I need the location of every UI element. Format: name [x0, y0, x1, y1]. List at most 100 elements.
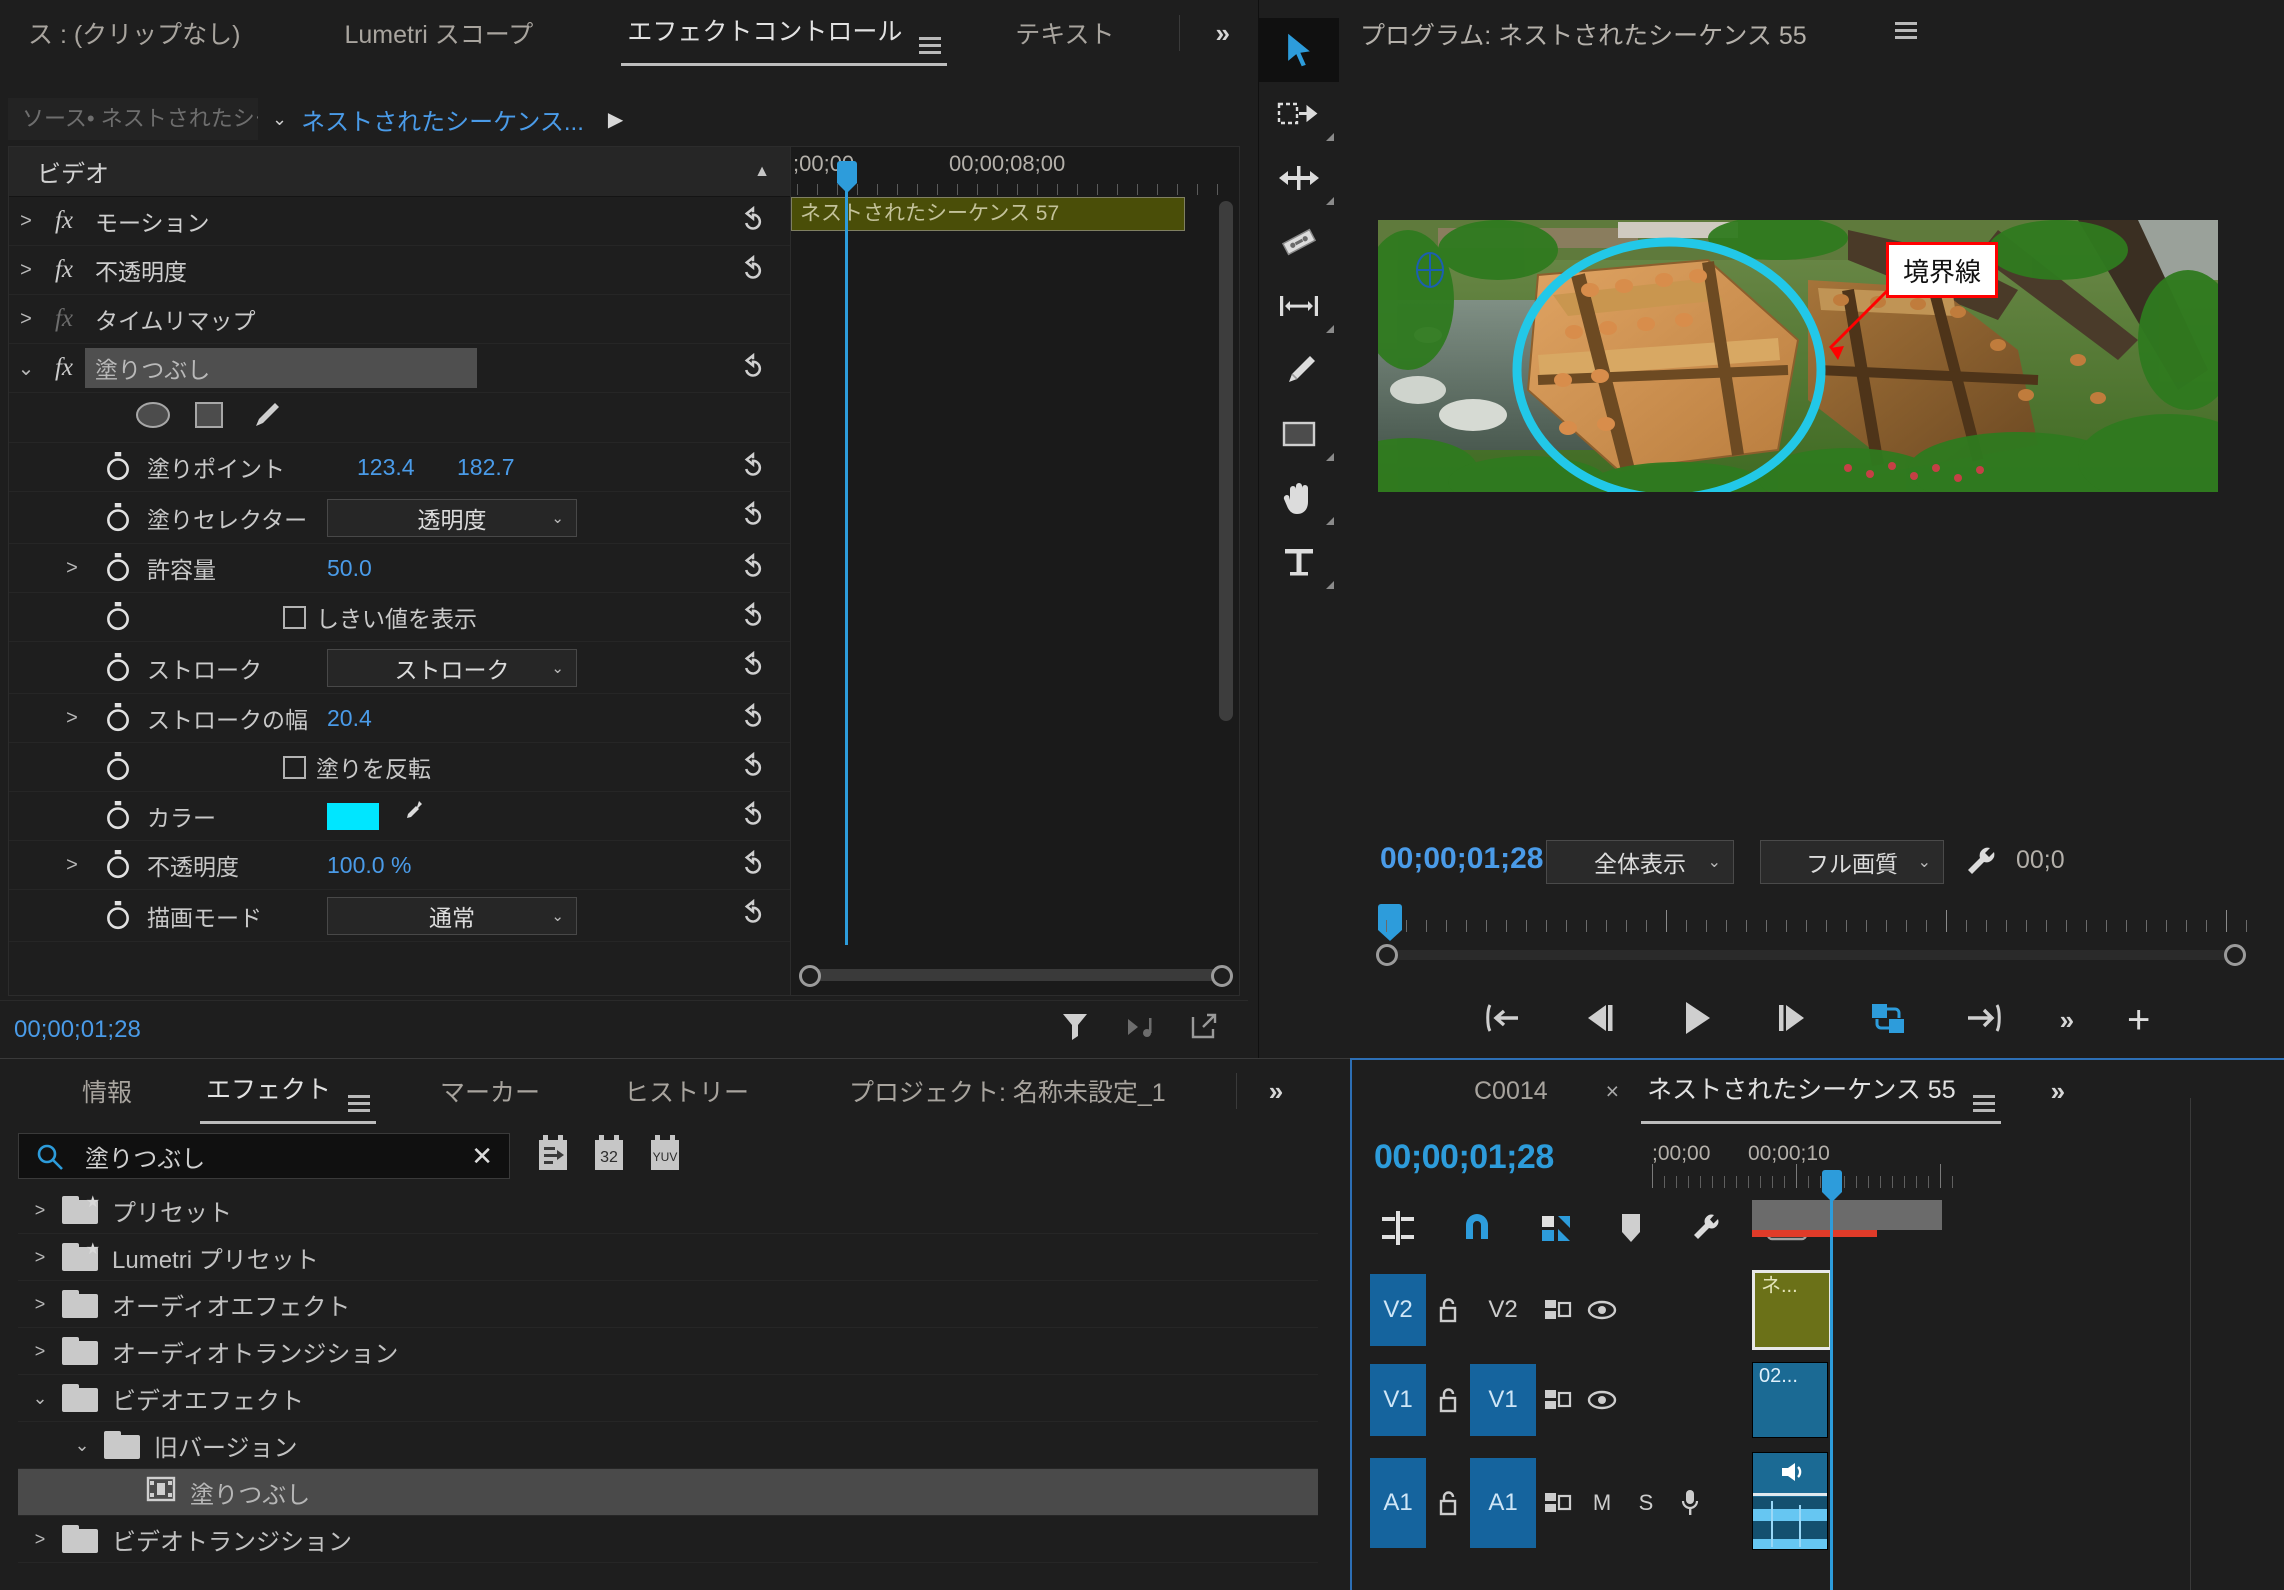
lock-icon[interactable]	[1426, 1386, 1470, 1414]
plus-icon[interactable]: +	[2127, 1000, 2150, 1040]
twirl-icon[interactable]: ⌄	[60, 1435, 104, 1456]
param-row-fill-selector[interactable]: 塗りセレクター 透明度 ⌄	[9, 492, 790, 544]
effects-tree[interactable]: > ★ プリセット > ★ Lumetri プリセット > オーディオエフェクト…	[18, 1187, 1318, 1587]
panel-menu-icon[interactable]	[919, 37, 942, 54]
track-name-v1[interactable]: V1	[1470, 1364, 1536, 1436]
rectangle-mask-icon[interactable]	[193, 400, 225, 436]
filter-icon[interactable]	[1060, 1011, 1090, 1048]
twirl-icon[interactable]: >	[9, 308, 43, 331]
timeline-overflow-icon[interactable]: »	[2051, 1076, 2066, 1107]
tab-nested-sequence-55[interactable]: ネストされたシーケンス 55	[1625, 1070, 2016, 1124]
selection-tool[interactable]	[1259, 18, 1339, 82]
track-badge-v2[interactable]: V2	[1370, 1274, 1426, 1346]
program-monitor-timecode[interactable]: 00;00;01;28	[1380, 842, 1543, 876]
stopwatch-icon[interactable]	[101, 900, 135, 931]
export-icon[interactable]	[1188, 1012, 1218, 1047]
ripple-edit-tool[interactable]	[1259, 146, 1339, 210]
settings-wrench-icon[interactable]	[1960, 842, 2000, 887]
param-row-fill-point[interactable]: 塗りポイント 123.4 182.7	[9, 443, 790, 492]
marker-icon[interactable]	[1618, 1211, 1644, 1250]
tree-row-audio-transitions[interactable]: > オーディオトランジション	[18, 1328, 1318, 1375]
invert-fill-checkbox[interactable]	[283, 755, 306, 779]
solo-track-button[interactable]: S	[1624, 1490, 1668, 1516]
fx-row-time-remapping[interactable]: > fx タイムリマップ	[9, 295, 790, 344]
param-stroke-dropdown[interactable]: ストローク ⌄	[327, 648, 577, 687]
stopwatch-icon[interactable]	[101, 703, 135, 733]
search-clear-icon[interactable]: ✕	[471, 1141, 493, 1172]
fit-zoom-dropdown[interactable]: 全体表示 ⌄	[1546, 840, 1734, 884]
accelerated-effects-icon[interactable]	[536, 1134, 570, 1178]
stopwatch-icon[interactable]	[101, 602, 135, 632]
param-row-invert-fill[interactable]: 塗りを反転	[9, 743, 790, 792]
tab-c0014[interactable]: C0014	[1452, 1077, 1570, 1106]
track-header-v1[interactable]: V1 V1	[1352, 1358, 1752, 1442]
twirl-icon[interactable]: >	[43, 557, 101, 580]
chevron-down-icon[interactable]: ⌄	[258, 109, 301, 130]
reset-icon[interactable]	[738, 800, 768, 837]
step-forward-icon[interactable]	[1772, 1001, 1812, 1040]
timeline-playhead-handle[interactable]	[1822, 1170, 1842, 1202]
rectangle-tool[interactable]	[1259, 402, 1339, 466]
hand-tool[interactable]	[1259, 466, 1339, 530]
eye-icon[interactable]	[1580, 1299, 1624, 1321]
reset-icon[interactable]	[738, 601, 768, 638]
param-row-tolerance[interactable]: > 許容量 50.0	[9, 544, 790, 593]
timeline-clip-v2[interactable]: ネ...	[1752, 1270, 1832, 1350]
mute-track-button[interactable]: M	[1580, 1490, 1624, 1516]
linked-selection-icon[interactable]	[1538, 1211, 1574, 1250]
tab-lumetri-scopes[interactable]: Lumetri スコープ	[323, 15, 556, 51]
ec-zoom-scrollbar[interactable]	[799, 965, 1233, 987]
play-icon[interactable]	[1676, 999, 1716, 1042]
program-monitor-zoom-bar[interactable]	[1376, 944, 2246, 968]
timeline-work-area-bar[interactable]	[1752, 1200, 1942, 1230]
panel-menu-icon[interactable]	[347, 1095, 370, 1112]
color-swatch[interactable]	[327, 802, 379, 830]
timeline-wrench-icon[interactable]	[1688, 1211, 1722, 1250]
timeline-clip-v1[interactable]: 02...	[1752, 1362, 1828, 1438]
razor-tool[interactable]	[1259, 210, 1339, 274]
track-name-a1[interactable]: A1	[1470, 1458, 1536, 1548]
twirl-icon[interactable]: ⌄	[18, 1388, 62, 1409]
param-row-blend-mode[interactable]: 描画モード 通常 ⌄	[9, 890, 790, 942]
param-fill-point-x[interactable]: 123.4	[357, 454, 457, 481]
lift-extract-icon[interactable]	[1868, 1000, 1908, 1041]
eye-icon[interactable]	[1580, 1389, 1624, 1411]
eyedropper-icon[interactable]	[395, 798, 425, 834]
param-row-view-threshold[interactable]: しきい値を表示	[9, 593, 790, 642]
type-tool[interactable]	[1259, 530, 1339, 594]
tab-source[interactable]: ス : (クリップなし)	[6, 15, 263, 51]
more-icon[interactable]: »	[2060, 1005, 2075, 1036]
fx-row-opacity[interactable]: > fx 不透明度	[9, 246, 790, 295]
twirl-icon[interactable]: >	[18, 1200, 62, 1221]
track-header-a1[interactable]: A1 A1 M S	[1352, 1454, 1752, 1552]
effects-search-input[interactable]: 塗りつぶし ✕	[18, 1133, 510, 1179]
tree-row-video-effects[interactable]: ⌄ ビデオエフェクト	[18, 1375, 1318, 1422]
view-threshold-checkbox[interactable]	[283, 605, 306, 629]
ec-timeline-clip[interactable]: ネストされたシーケンス 57	[791, 197, 1185, 231]
effect-controls-ruler[interactable]: ;00;00 00;00;08;00	[791, 147, 1241, 195]
stopwatch-icon[interactable]	[101, 452, 135, 482]
tree-row-presets[interactable]: > ★ プリセット	[18, 1187, 1318, 1234]
tab-effect-controls[interactable]: エフェクトコントロール	[605, 12, 963, 66]
twirl-icon[interactable]: >	[18, 1247, 62, 1268]
tab-history[interactable]: ヒストリー	[602, 1073, 771, 1109]
tab-project[interactable]: プロジェクト: 名称未設定_1	[827, 1073, 1188, 1109]
track-header-v2[interactable]: V2 V2	[1352, 1266, 1752, 1354]
mark-in-out-icon[interactable]	[1482, 1001, 1524, 1040]
lock-icon[interactable]	[1426, 1489, 1470, 1517]
fx-row-motion[interactable]: > fx モーション	[9, 197, 790, 246]
playback-quality-dropdown[interactable]: フル画質 ⌄	[1760, 840, 1944, 884]
reset-icon[interactable]	[738, 254, 768, 291]
ellipse-mask-icon[interactable]	[135, 400, 171, 436]
param-fill-point-y[interactable]: 182.7	[457, 454, 515, 481]
param-row-opacity[interactable]: > 不透明度 100.0 %	[9, 841, 790, 890]
program-monitor-viewport[interactable]: 境界線	[1378, 220, 2218, 492]
reset-icon[interactable]	[738, 552, 768, 589]
tab-effects[interactable]: エフェクト	[184, 1070, 392, 1124]
tab-info[interactable]: 情報	[60, 1073, 154, 1109]
lock-icon[interactable]	[1426, 1296, 1470, 1324]
ec-zoom-knob-right[interactable]	[1211, 965, 1233, 987]
snap-icon[interactable]	[1460, 1211, 1494, 1250]
program-monitor-scrubber[interactable]	[1376, 898, 2247, 941]
track-select-forward-tool[interactable]	[1259, 82, 1339, 146]
